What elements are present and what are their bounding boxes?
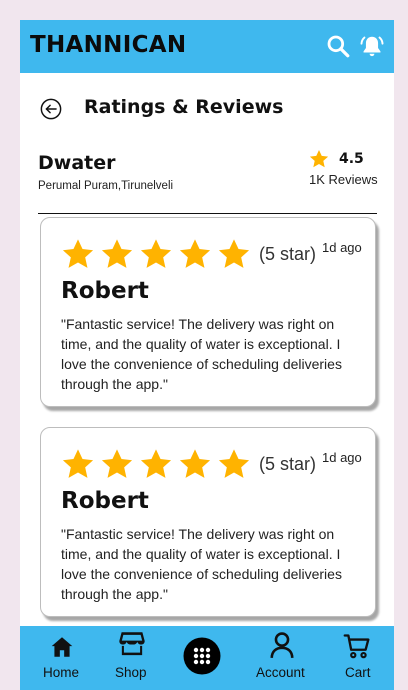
star-rating-label: (5 star) xyxy=(259,244,317,264)
star-rating xyxy=(60,447,255,483)
nav-account[interactable]: Account xyxy=(252,626,312,690)
review-card: (5 star) 1d ago Robert "Fantastic servic… xyxy=(40,427,376,617)
review-text: "Fantastic service! The delivery was rig… xyxy=(61,526,342,602)
page-title: Ratings & Reviews xyxy=(84,96,284,118)
review-count: 1K Reviews xyxy=(309,172,378,187)
home-icon xyxy=(51,637,73,657)
overall-rating: 4.5 xyxy=(339,151,364,167)
divider xyxy=(38,213,377,214)
review-card: (5 star) 1d ago Robert "Fantastic servic… xyxy=(40,217,376,407)
star-icon xyxy=(140,449,172,478)
nav-label: Shop xyxy=(115,665,147,680)
back-arrow-icon[interactable] xyxy=(40,98,62,120)
bottom-navigation: Home Shop Account Cart xyxy=(20,626,394,690)
star-icon xyxy=(179,239,211,268)
star-icon xyxy=(140,239,172,268)
nav-label: Account xyxy=(256,665,305,680)
nav-menu-button[interactable] xyxy=(183,626,223,690)
grid-menu-icon xyxy=(183,637,221,675)
star-icon xyxy=(179,449,211,478)
nav-home[interactable]: Home xyxy=(40,626,84,690)
star-icon xyxy=(62,239,94,268)
star-icon xyxy=(101,449,133,478)
nav-label: Cart xyxy=(345,665,371,680)
app-screen: THANNICAN Ratings & Reviews Dwater Perum… xyxy=(20,20,394,690)
app-bar: THANNICAN xyxy=(20,20,394,73)
star-icon xyxy=(218,239,250,268)
vendor-name: Dwater xyxy=(38,152,116,174)
review-time: 1d ago xyxy=(322,450,362,465)
vendor-address: Perumal Puram,Tirunelveli xyxy=(38,180,174,192)
star-icon xyxy=(62,449,94,478)
review-time: 1d ago xyxy=(322,240,362,255)
shop-icon xyxy=(119,632,145,656)
reviewer-name: Robert xyxy=(61,278,149,304)
star-rating-label: (5 star) xyxy=(259,454,317,474)
reviewer-name: Robert xyxy=(61,488,149,514)
review-text: "Fantastic service! The delivery was rig… xyxy=(61,316,342,392)
nav-label: Home xyxy=(43,665,80,680)
app-title: THANNICAN xyxy=(30,32,187,58)
bell-icon[interactable] xyxy=(359,33,385,59)
star-icon xyxy=(309,150,329,168)
search-icon[interactable] xyxy=(325,33,351,59)
star-icon xyxy=(218,449,250,478)
nav-cart[interactable]: Cart xyxy=(338,626,378,690)
star-rating xyxy=(60,237,255,273)
nav-shop[interactable]: Shop xyxy=(110,626,154,690)
star-icon xyxy=(101,239,133,268)
cart-icon xyxy=(343,634,370,659)
account-icon xyxy=(270,632,294,659)
